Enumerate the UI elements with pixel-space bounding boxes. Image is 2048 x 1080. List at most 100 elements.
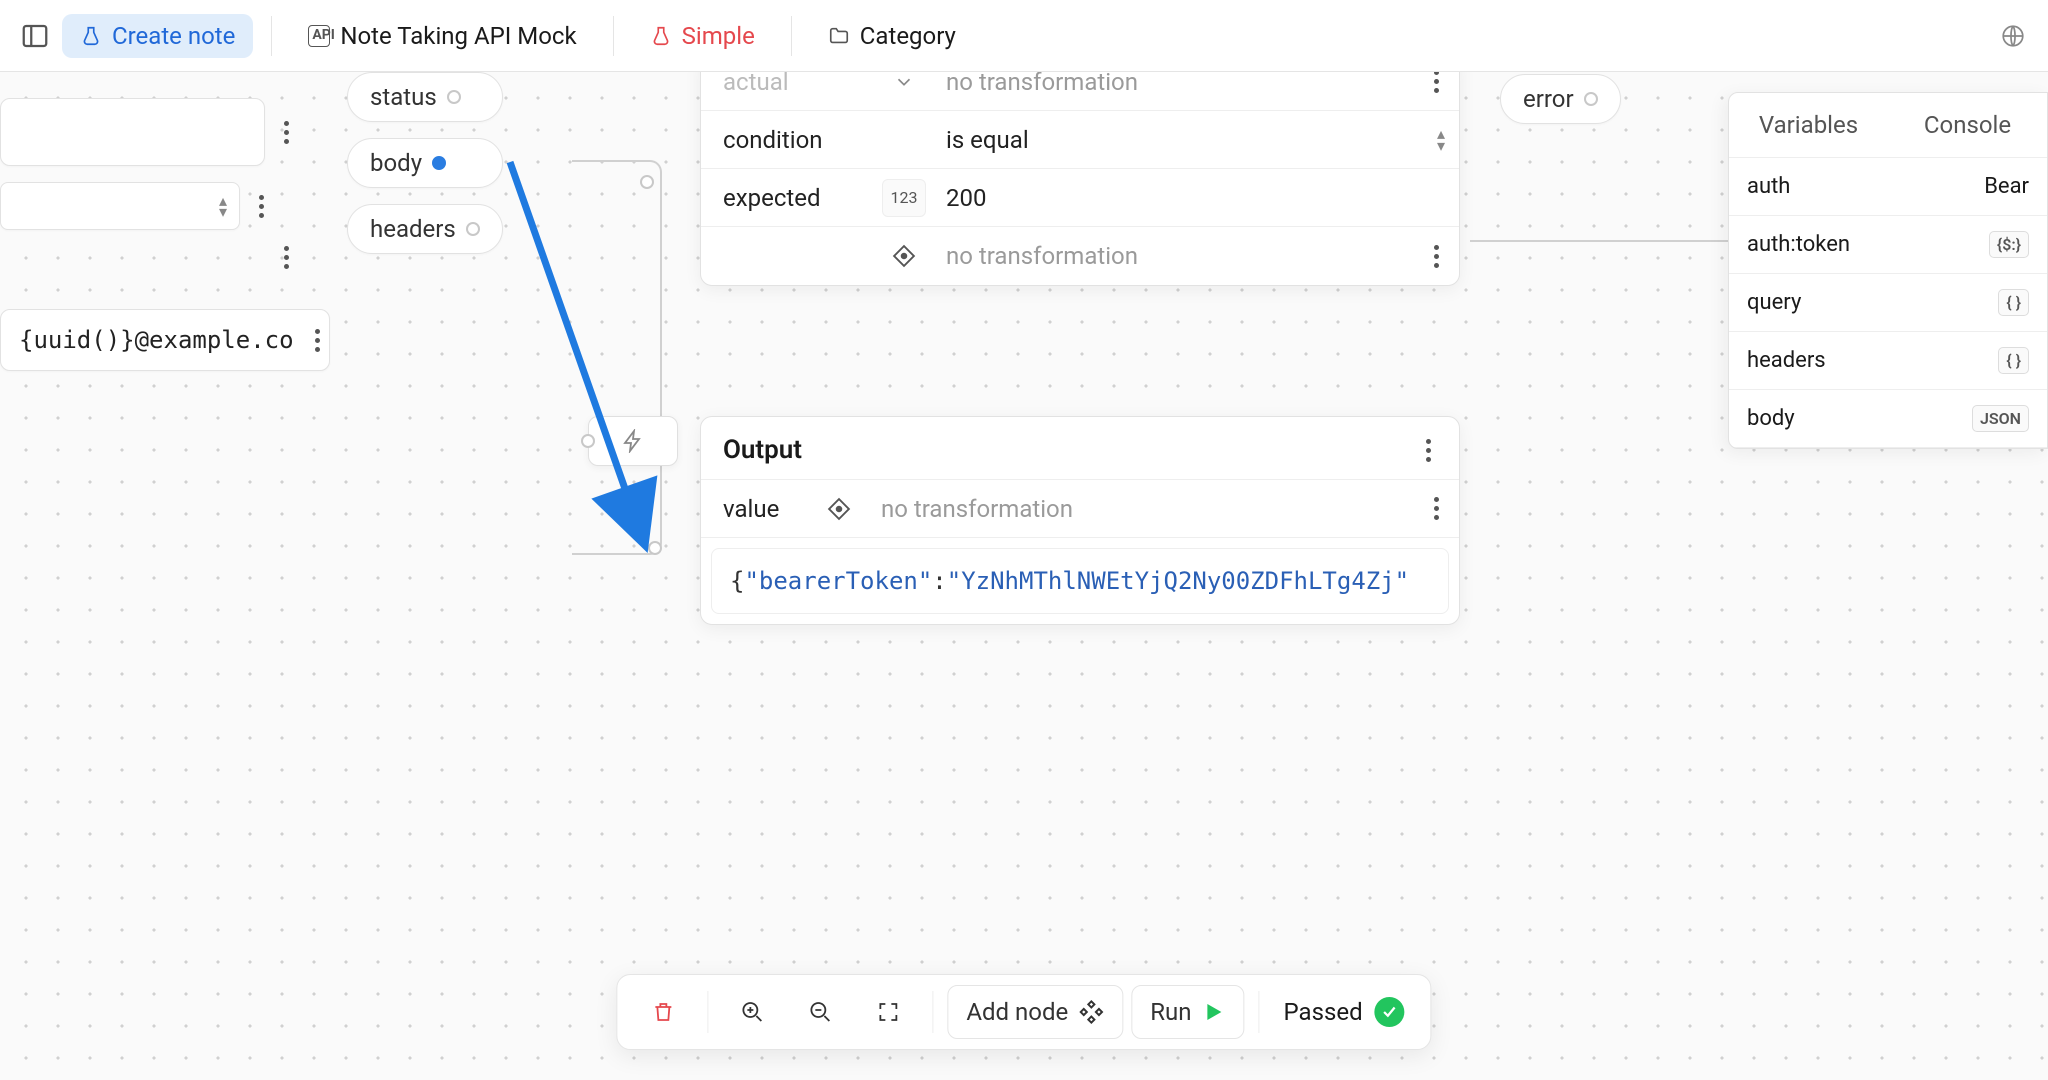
select-stub[interactable]: ▴▾: [0, 182, 240, 230]
var-badge: { }: [1998, 347, 2029, 374]
row-value[interactable]: 200: [932, 184, 1419, 212]
port-label: error: [1523, 85, 1574, 113]
dropdown-caret-icon[interactable]: ▴▾: [1437, 128, 1445, 150]
var-label: body: [1747, 406, 1795, 431]
tab-label: Category: [860, 22, 956, 50]
api-icon: API: [308, 25, 330, 47]
tab-label: Note Taking API Mock: [340, 22, 576, 50]
transform-node[interactable]: [588, 416, 678, 466]
port-dot[interactable]: [1584, 92, 1598, 106]
node-stub[interactable]: [0, 98, 265, 166]
chevron-down-icon[interactable]: [893, 71, 915, 93]
port-label: status: [370, 83, 437, 111]
output-port-error[interactable]: error: [1500, 74, 1621, 124]
more-icon[interactable]: [277, 246, 295, 269]
variable-row-headers[interactable]: headers { }: [1729, 332, 2047, 390]
output-port-status[interactable]: status: [347, 72, 503, 122]
fit-view-button[interactable]: [858, 988, 918, 1036]
connector-line: [1470, 240, 1740, 242]
top-bar: Create note API Note Taking API Mock Sim…: [0, 0, 2048, 72]
more-icon[interactable]: [1427, 70, 1445, 93]
row-label: expected: [701, 184, 876, 212]
panel-title: Output: [723, 435, 802, 465]
var-badge: {$:}: [1989, 231, 2029, 258]
tab-label: Simple: [682, 22, 755, 50]
zoom-out-button[interactable]: [790, 988, 850, 1036]
port-dot[interactable]: [466, 222, 480, 236]
assertion-row-transform: no transformation: [701, 227, 1459, 285]
port-dot[interactable]: [648, 541, 662, 555]
row-value[interactable]: no transformation: [932, 242, 1419, 270]
diamond-icon[interactable]: [825, 495, 853, 523]
port-dot[interactable]: [432, 156, 446, 170]
var-label: auth: [1747, 174, 1790, 199]
run-button[interactable]: Run: [1131, 985, 1244, 1039]
inspector-panel: Variables Console auth Bear auth:token {…: [1728, 92, 2048, 449]
var-badge: { }: [1998, 289, 2029, 316]
port-label: body: [370, 149, 422, 177]
status-label: Passed: [1284, 998, 1363, 1026]
assertion-panel: actual no transformation condition is eq…: [700, 52, 1460, 286]
globe-icon[interactable]: [1998, 21, 2028, 51]
inspector-tabs: Variables Console: [1729, 93, 2047, 158]
output-port-headers[interactable]: headers: [347, 204, 503, 254]
more-icon[interactable]: [252, 195, 270, 218]
diamond-icon[interactable]: [890, 242, 918, 270]
variable-row-query[interactable]: query { }: [1729, 274, 2047, 332]
more-icon[interactable]: [1427, 245, 1445, 268]
variable-row-auth-token[interactable]: auth:token {$:}: [1729, 216, 2047, 274]
tab-api-mock[interactable]: API Note Taking API Mock: [290, 14, 594, 58]
zoom-in-button[interactable]: [722, 988, 782, 1036]
variable-row-auth[interactable]: auth Bear: [1729, 158, 2047, 216]
assertion-row-condition: condition is equal ▴▾: [701, 111, 1459, 169]
tab-label: Create note: [112, 22, 235, 50]
uuid-text: {uuid()}@example.co: [19, 326, 294, 354]
port-dot[interactable]: [581, 434, 595, 448]
button-label: Add node: [966, 998, 1068, 1026]
delete-button[interactable]: [633, 988, 693, 1036]
port-dot[interactable]: [640, 175, 654, 189]
more-icon[interactable]: [1419, 439, 1437, 462]
row-value[interactable]: no transformation: [867, 495, 1419, 523]
var-badge: JSON: [1972, 405, 2029, 432]
json-value: "YzNhMThlNWEtYjQ2Ny00ZDFhLTg4Zj": [947, 567, 1409, 595]
output-port-body[interactable]: body: [347, 138, 503, 188]
assertion-row-expected: expected 123 200: [701, 169, 1459, 227]
port-label: headers: [370, 215, 456, 243]
tab-create-note[interactable]: Create note: [62, 14, 253, 58]
tab-variables[interactable]: Variables: [1729, 93, 1888, 157]
bottom-toolbar: Add node Run Passed: [616, 974, 1431, 1050]
separator: [1259, 991, 1260, 1033]
separator: [707, 991, 708, 1033]
type-badge: 123: [882, 179, 926, 217]
check-icon: [1375, 997, 1405, 1027]
more-icon[interactable]: [277, 121, 295, 144]
row-value[interactable]: is equal: [932, 126, 1419, 154]
source-output-labels: status body headers: [347, 72, 503, 254]
var-label: query: [1747, 290, 1801, 315]
var-label: auth:token: [1747, 232, 1850, 257]
panel-header: Output: [701, 417, 1459, 480]
row-label: condition: [701, 126, 876, 154]
variable-row-body[interactable]: body JSON: [1729, 390, 2047, 448]
panel-toggle-icon[interactable]: [20, 21, 50, 51]
output-row-value: value no transformation: [701, 480, 1459, 538]
run-status: Passed: [1274, 997, 1415, 1027]
tab-console[interactable]: Console: [1888, 93, 2047, 157]
separator: [932, 991, 933, 1033]
separator: [613, 16, 614, 56]
uuid-node[interactable]: {uuid()}@example.co: [0, 309, 330, 371]
left-panel-fragment: ▴▾ {uuid()}@example.co: [0, 98, 326, 387]
tab-category[interactable]: Category: [810, 14, 974, 58]
var-value: Bear: [1984, 174, 2029, 199]
row-label: value: [701, 495, 811, 523]
button-label: Run: [1150, 998, 1191, 1026]
add-node-button[interactable]: Add node: [947, 985, 1123, 1039]
more-icon[interactable]: [1427, 497, 1445, 520]
json-key: "bearerToken": [744, 567, 932, 595]
more-icon[interactable]: [308, 329, 326, 352]
output-code[interactable]: {"bearerToken":"YzNhMThlNWEtYjQ2Ny00ZDFh…: [711, 548, 1449, 614]
output-panel: Output value no transformation {"bearerT…: [700, 416, 1460, 625]
port-dot[interactable]: [447, 90, 461, 104]
tab-simple[interactable]: Simple: [632, 14, 773, 58]
